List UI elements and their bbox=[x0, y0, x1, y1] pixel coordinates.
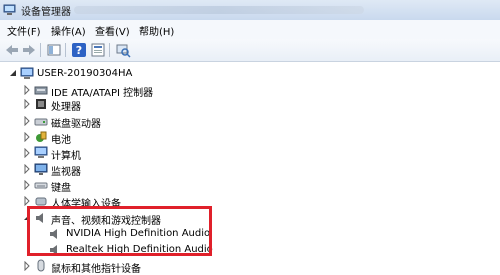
tree-item-battery[interactable]: 电池 bbox=[0, 129, 200, 146]
toolbar: ? bbox=[0, 39, 500, 62]
tree-item-computer[interactable]: 计算机 bbox=[0, 145, 200, 162]
battery-icon bbox=[36, 131, 47, 142]
help-icon[interactable]: ? bbox=[71, 42, 87, 58]
highlight-box bbox=[27, 206, 212, 256]
expand-arrow-icon[interactable] bbox=[23, 261, 31, 271]
scan-hardware-icon[interactable] bbox=[115, 42, 131, 58]
tree-item-disk-drives[interactable]: 磁盘驱动器 bbox=[0, 113, 200, 130]
tree-root[interactable]: USER-20190304HA bbox=[0, 66, 200, 82]
tree-item-label: 计算机 bbox=[51, 151, 81, 162]
toolbar-separator bbox=[40, 43, 41, 57]
svg-text:?: ? bbox=[76, 44, 82, 57]
collapse-arrow-icon[interactable] bbox=[9, 69, 17, 79]
expand-arrow-icon[interactable] bbox=[23, 99, 31, 109]
expand-arrow-icon[interactable] bbox=[23, 180, 31, 190]
menu-file[interactable]: 文件(F) bbox=[7, 23, 41, 38]
properties-icon[interactable] bbox=[90, 42, 106, 58]
tree-item-label: 鼠标和其他指针设备 bbox=[51, 264, 141, 275]
window-title: 设备管理器 bbox=[21, 7, 71, 18]
processor-icon bbox=[36, 99, 46, 109]
back-icon[interactable] bbox=[4, 42, 20, 58]
expand-arrow-icon[interactable] bbox=[23, 132, 31, 142]
view-icon[interactable] bbox=[46, 42, 62, 58]
tree-item-label: 监视器 bbox=[51, 167, 81, 178]
menu-view[interactable]: 查看(V) bbox=[95, 23, 130, 38]
menu-bar: 文件(F) 操作(A) 查看(V) 帮助(H) bbox=[0, 20, 500, 40]
menu-action[interactable]: 操作(A) bbox=[51, 23, 86, 38]
expand-arrow-icon[interactable] bbox=[23, 164, 31, 174]
tree-item-label: 处理器 bbox=[51, 102, 81, 113]
computer-name: USER-20190304HA bbox=[37, 68, 133, 79]
computer-icon bbox=[34, 146, 48, 158]
monitor-icon bbox=[34, 163, 48, 175]
toolbar-separator bbox=[65, 43, 66, 57]
menu-help[interactable]: 帮助(H) bbox=[139, 23, 174, 38]
tree-item-keyboard[interactable]: 键盘 bbox=[0, 177, 200, 194]
tree-item-monitor[interactable]: 监视器 bbox=[0, 161, 200, 178]
disk-drive-icon bbox=[34, 118, 48, 126]
title-blurred-region bbox=[74, 6, 364, 14]
expand-arrow-icon[interactable] bbox=[23, 148, 31, 158]
toolbar-separator bbox=[109, 43, 110, 57]
tree-item-label: 磁盘驱动器 bbox=[51, 119, 101, 130]
mouse-icon bbox=[37, 259, 45, 272]
device-manager-icon bbox=[3, 4, 16, 15]
tree-item-label: 电池 bbox=[51, 135, 71, 146]
tree-item-processor[interactable]: 处理器 bbox=[0, 96, 200, 113]
keyboard-icon bbox=[34, 182, 48, 189]
tree-item-mouse[interactable]: 鼠标和其他指针设备 bbox=[0, 258, 200, 275]
computer-icon bbox=[20, 67, 34, 79]
expand-arrow-icon[interactable] bbox=[23, 196, 31, 206]
expand-arrow-icon[interactable] bbox=[23, 85, 31, 95]
tree-item-label: 键盘 bbox=[51, 183, 71, 194]
forward-icon[interactable] bbox=[21, 42, 37, 58]
ide-controller-icon bbox=[34, 86, 48, 95]
title-bar: 设备管理器 bbox=[0, 0, 500, 21]
expand-arrow-icon[interactable] bbox=[23, 116, 31, 126]
